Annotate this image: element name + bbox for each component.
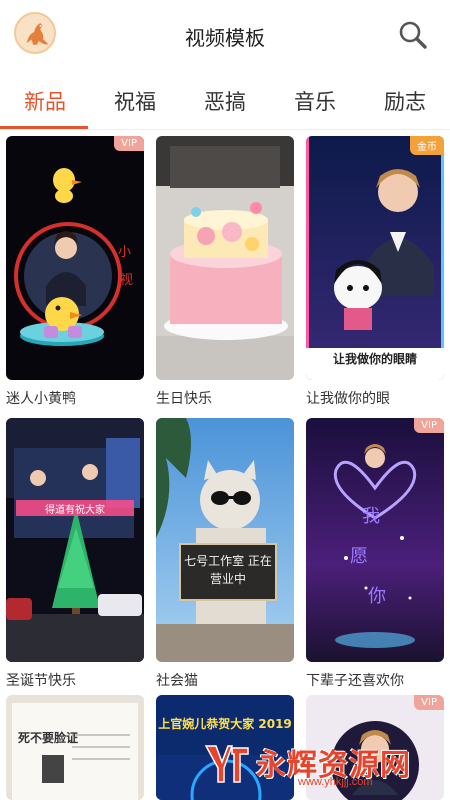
template-name: 圣诞节快乐 bbox=[6, 673, 76, 689]
page-title: 视频模板 bbox=[185, 26, 265, 50]
tab-funny[interactable]: 恶搞 bbox=[180, 86, 270, 116]
svg-text:你: 你 bbox=[368, 586, 386, 607]
template-name: 让我做你的眼 bbox=[306, 391, 390, 407]
vip-badge: VIP bbox=[114, 136, 144, 151]
top-bar: 视频模板 bbox=[0, 0, 450, 70]
template-thumbnail[interactable]: 小 视 VIP bbox=[6, 136, 144, 380]
tab-inspiration[interactable]: 励志 bbox=[360, 86, 450, 116]
search-icon[interactable] bbox=[398, 20, 428, 50]
vip-badge: VIP bbox=[414, 418, 444, 433]
svg-text:小: 小 bbox=[118, 245, 131, 260]
watermark: 永辉资源网 www.yhkjjj.com bbox=[202, 738, 442, 790]
tab-new[interactable]: 新品 bbox=[0, 86, 90, 116]
gold-coin-badge: 金币 bbox=[410, 136, 444, 155]
template-thumbnail[interactable]: 金币 让我做你的眼睛 bbox=[306, 136, 444, 380]
template-name: 生日快乐 bbox=[156, 391, 212, 407]
thumbnail-overlay-text: 得道有祝大家 bbox=[45, 505, 105, 516]
watermark-url: www.yhkjjj.com bbox=[298, 776, 373, 788]
svg-text:视: 视 bbox=[120, 273, 133, 288]
template-thumbnail[interactable] bbox=[156, 136, 294, 380]
category-tabs: 新品 祝福 恶搞 音乐 励志 bbox=[0, 74, 450, 130]
svg-text:愿: 愿 bbox=[350, 546, 368, 567]
thumbnail-overlay-text: 七号工作室 正在营业中 bbox=[184, 554, 272, 586]
template-name: 迷人小黄鸭 bbox=[6, 391, 76, 407]
template-name: 社会猫 bbox=[156, 673, 198, 689]
vip-badge: VIP bbox=[414, 695, 444, 710]
template-thumbnail[interactable]: 得道有祝大家 bbox=[6, 418, 144, 662]
tab-music[interactable]: 音乐 bbox=[270, 86, 360, 116]
template-name: 下辈子还喜欢你 bbox=[306, 673, 404, 689]
thumbnail-overlay-text: 让我做你的眼睛 bbox=[332, 352, 417, 366]
watermark-logo-icon bbox=[202, 740, 254, 786]
template-thumbnail[interactable]: 七号工作室 正在营业中 bbox=[156, 418, 294, 662]
thumbnail-overlay-text: 死不要脸证 bbox=[18, 731, 79, 745]
active-tab-indicator bbox=[0, 126, 88, 129]
template-thumbnail[interactable]: 我 愿 你 VIP bbox=[306, 418, 444, 662]
svg-text:我: 我 bbox=[362, 506, 380, 527]
template-thumbnail[interactable]: 死不要脸证 bbox=[6, 695, 144, 800]
tab-blessing[interactable]: 祝福 bbox=[90, 86, 180, 116]
thumbnail-overlay-text: 上官婉儿恭贺大家 2019 bbox=[158, 717, 292, 731]
